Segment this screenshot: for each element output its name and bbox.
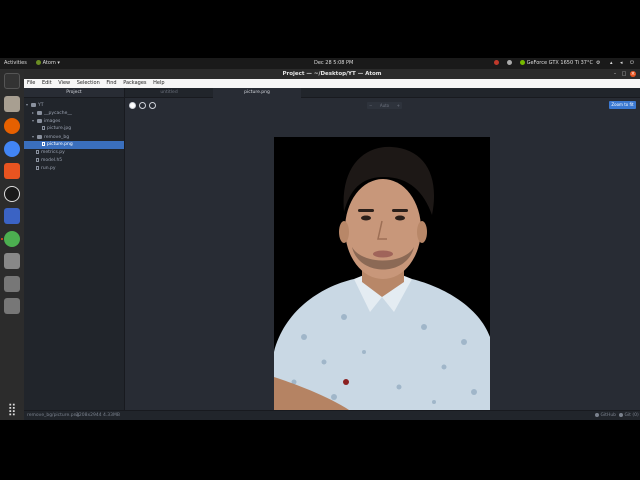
tab-untitled[interactable]: untitled	[125, 88, 213, 98]
portrait-image	[274, 137, 490, 420]
firefox-icon[interactable]	[4, 118, 20, 134]
gpu-status-label: GeForce GTX 1650 Ti 37°C	[526, 60, 593, 66]
atom-running-indicator	[1, 238, 3, 240]
status-file-path[interactable]: remove_bg/picture.png	[27, 411, 79, 420]
bg-black-button[interactable]	[139, 102, 146, 109]
tree-item-label: remove_bg	[44, 135, 70, 140]
zoom-to-fit-button[interactable]: Zoom to fit	[609, 101, 636, 109]
close-button[interactable]: ×	[630, 71, 636, 77]
project-tree-panel: Project ▾ YT ▸ __pycache__ ▾ images picture…	[24, 88, 125, 410]
folder-icon	[37, 134, 42, 139]
tree-item-pycache[interactable]: ▸ __pycache__	[32, 109, 124, 117]
tray-icon-chrome[interactable]	[507, 58, 512, 69]
bg-transparent-button[interactable]	[149, 102, 156, 109]
tree-header[interactable]: Project	[24, 88, 124, 98]
desktop-screen: Activities Atom ▾ Dec 28 5:08 PM GeForce…	[0, 58, 640, 420]
tree-item-yt[interactable]: ▾ YT	[26, 101, 124, 109]
disk-icon-2[interactable]	[4, 298, 20, 314]
menu-help[interactable]: Help	[153, 79, 164, 88]
file-icon	[36, 149, 39, 154]
minimize-button[interactable]: –	[612, 71, 618, 77]
disk-icon[interactable]	[4, 276, 20, 292]
atom-app-icon	[36, 60, 41, 65]
status-image-info: 2208x2944 4.33MB	[76, 413, 120, 418]
tree-item-label: run.py	[41, 166, 56, 171]
menu-view[interactable]: View	[58, 79, 70, 88]
zoom-out-button[interactable]: −	[369, 102, 372, 109]
tree-item-label: picture.png	[47, 142, 73, 147]
tree-item-picture-jpg[interactable]: picture.jpg	[42, 125, 124, 133]
file-icon	[42, 125, 45, 130]
dock: ⣿	[0, 69, 24, 420]
text-editor-icon[interactable]	[4, 208, 20, 224]
folder-icon	[31, 102, 36, 107]
image-viewer: − Auto + Zoom to fit	[125, 98, 640, 420]
obs-icon[interactable]	[4, 186, 20, 202]
tree-item-picture-png[interactable]: picture.png	[24, 141, 124, 149]
window-title: Project — ~/Desktop/YT — Atom	[282, 71, 382, 77]
zoom-level[interactable]: Auto	[380, 103, 389, 108]
terminal-icon[interactable]	[4, 73, 20, 89]
tree-item-label: metrics.py	[41, 150, 65, 155]
file-icon	[36, 157, 39, 162]
tree-item-label: YT	[38, 103, 44, 108]
app-menu[interactable]: Atom ▾	[36, 58, 60, 69]
tab-bar: untitled picture.png	[125, 88, 640, 98]
show-applications-icon[interactable]: ⣿	[4, 401, 20, 417]
zoom-in-button[interactable]: +	[397, 102, 400, 109]
github-status[interactable]: GitHub	[595, 411, 616, 420]
folder-icon	[37, 118, 42, 123]
status-bar: remove_bg/picture.png 2208x2944 4.33MB G…	[24, 410, 640, 420]
menu-packages[interactable]: Packages	[123, 79, 146, 88]
chrome-icon[interactable]	[4, 141, 20, 157]
git-status[interactable]: Git (0)	[619, 411, 639, 420]
tree-item-model[interactable]: model.h5	[36, 157, 124, 165]
menu-file[interactable]: File	[27, 79, 35, 88]
zoom-control: − Auto +	[367, 102, 402, 109]
menu-bar: File Edit View Selection Find Packages H…	[24, 79, 640, 88]
menu-selection[interactable]: Selection	[77, 79, 100, 88]
atom-icon[interactable]	[4, 231, 20, 247]
menu-find[interactable]: Find	[106, 79, 116, 88]
system-top-bar: Activities Atom ▾ Dec 28 5:08 PM GeForce…	[0, 58, 640, 69]
tree-item-label: __pycache__	[44, 111, 72, 116]
tree-item-images[interactable]: ▾ images	[32, 117, 124, 125]
portrait-graphic	[274, 137, 490, 420]
folder-icon	[37, 110, 42, 115]
usb-drive-icon[interactable]	[4, 253, 20, 269]
user-icon[interactable]: ⚙	[596, 58, 600, 69]
network-icon[interactable]: ▴	[610, 58, 613, 69]
gpu-status-indicator[interactable]: GeForce GTX 1650 Ti 37°C	[520, 58, 593, 69]
tree-item-label: images	[44, 119, 61, 124]
software-center-icon[interactable]	[4, 163, 20, 179]
maximize-button[interactable]: □	[621, 71, 627, 77]
git-label: Git (0)	[624, 413, 639, 418]
tree-item-label: model.h5	[41, 158, 63, 163]
tray-icon-vpn[interactable]	[494, 58, 499, 69]
app-menu-label: Atom	[42, 60, 56, 66]
tree-item-remove-bg[interactable]: ▾ remove_bg	[32, 133, 124, 141]
file-icon	[36, 165, 39, 170]
file-icon	[42, 141, 45, 146]
volume-icon[interactable]: ◂	[620, 58, 623, 69]
files-icon[interactable]	[4, 96, 20, 112]
nvidia-icon	[520, 60, 525, 65]
power-icon[interactable]: ⏻	[630, 58, 634, 69]
menu-edit[interactable]: Edit	[42, 79, 52, 88]
clock[interactable]: Dec 28 5:08 PM	[314, 58, 353, 69]
github-label: GitHub	[600, 413, 617, 418]
github-icon	[595, 412, 599, 417]
bg-white-button[interactable]	[129, 102, 136, 109]
window-title-bar: Project — ~/Desktop/YT — Atom – □ ×	[24, 69, 640, 79]
tree-item-run[interactable]: run.py	[36, 165, 124, 173]
tree-item-metrics[interactable]: metrics.py	[36, 149, 124, 157]
activities-button[interactable]: Activities	[4, 58, 27, 69]
tab-picture-png[interactable]: picture.png	[213, 88, 301, 98]
tree-item-label: picture.jpg	[47, 126, 72, 131]
git-icon	[619, 412, 623, 417]
